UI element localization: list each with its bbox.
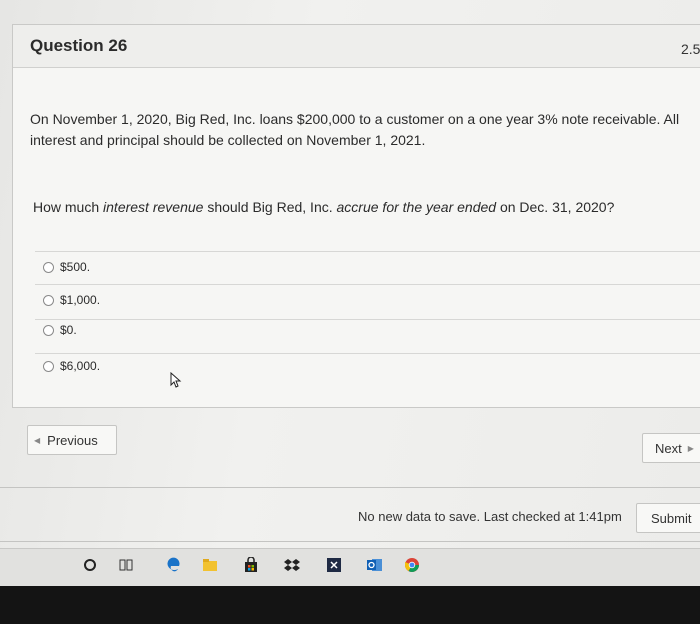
- save-status-text: No new data to save. Last checked at 1:4…: [358, 509, 622, 524]
- option-divider: [35, 284, 700, 285]
- excel-icon[interactable]: [326, 557, 342, 573]
- answer-option-1[interactable]: $500.: [43, 260, 90, 274]
- store-icon[interactable]: [243, 557, 259, 573]
- option-label: $1,000.: [60, 293, 101, 307]
- caret-left-icon: ◀: [34, 435, 41, 445]
- next-label: Next: [655, 440, 682, 456]
- answer-option-4[interactable]: $6,000.: [43, 359, 100, 373]
- radio-button[interactable]: [43, 324, 54, 336]
- chrome-icon[interactable]: [404, 557, 420, 573]
- previous-button[interactable]: ◀ Previous: [27, 425, 117, 455]
- submit-button[interactable]: Submit: [636, 503, 700, 533]
- option-label: $6,000.: [60, 359, 101, 373]
- edge-icon[interactable]: [165, 557, 181, 573]
- answer-option-2[interactable]: $1,000.: [43, 293, 100, 307]
- next-button[interactable]: Next ▶: [642, 433, 700, 463]
- footer-divider: [0, 487, 700, 488]
- question-title: Question 26: [30, 36, 128, 55]
- option-divider: [35, 353, 700, 354]
- file-explorer-icon[interactable]: [202, 557, 218, 573]
- submit-label: Submit: [651, 510, 692, 526]
- dropbox-icon[interactable]: [284, 557, 300, 573]
- option-label: $0.: [60, 323, 77, 337]
- question-prompt: How much interest revenue should Big Red…: [33, 199, 615, 215]
- question-header: Question 26 2.5: [13, 25, 700, 68]
- outlook-icon[interactable]: [366, 557, 382, 573]
- question-stem: On November 1, 2020, Big Red, Inc. loans…: [30, 111, 680, 148]
- answer-option-3[interactable]: $0.: [43, 323, 77, 337]
- question-card: Question 26 2.5 On November 1, 2020, Big…: [12, 24, 700, 408]
- task-view-icon[interactable]: [118, 557, 134, 573]
- option-divider: [35, 251, 700, 252]
- taskbar: [0, 548, 700, 589]
- option-divider: [35, 319, 700, 320]
- mouse-cursor-icon: [170, 371, 182, 393]
- radio-button[interactable]: [43, 261, 54, 273]
- radio-button[interactable]: [43, 360, 54, 372]
- monitor-bezel: [0, 586, 700, 624]
- radio-button[interactable]: [43, 294, 54, 306]
- cortana-icon[interactable]: [82, 557, 98, 573]
- previous-label: Previous: [47, 432, 98, 448]
- footer-divider-bottom: [0, 541, 700, 542]
- option-label: $500.: [60, 260, 91, 274]
- caret-right-icon: ▶: [687, 443, 694, 453]
- question-points: 2.5: [681, 41, 700, 57]
